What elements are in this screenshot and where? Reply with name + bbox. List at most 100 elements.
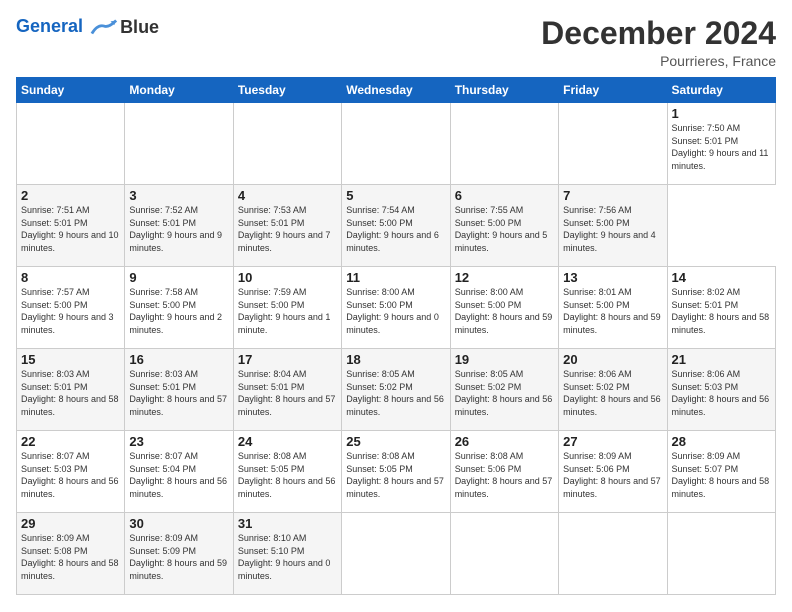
- col-saturday: Saturday: [667, 78, 775, 103]
- day-info: Sunrise: 8:07 AMSunset: 5:03 PMDaylight:…: [21, 450, 120, 500]
- day-number: 7: [563, 188, 662, 203]
- day-cell: 17 Sunrise: 8:04 AMSunset: 5:01 PMDaylig…: [233, 349, 341, 431]
- day-info: Sunrise: 7:52 AMSunset: 5:01 PMDaylight:…: [129, 204, 228, 254]
- day-cell: [342, 513, 450, 595]
- day-number: 5: [346, 188, 445, 203]
- day-info: Sunrise: 8:09 AMSunset: 5:06 PMDaylight:…: [563, 450, 662, 500]
- day-cell: [450, 103, 558, 185]
- day-cell: [342, 103, 450, 185]
- day-cell: [667, 513, 775, 595]
- day-number: 25: [346, 434, 445, 449]
- day-number: 24: [238, 434, 337, 449]
- day-cell: 6 Sunrise: 7:55 AMSunset: 5:00 PMDayligh…: [450, 185, 558, 267]
- page: General Blue December 2024 Pourrieres, F…: [0, 0, 792, 612]
- day-info: Sunrise: 8:03 AMSunset: 5:01 PMDaylight:…: [129, 368, 228, 418]
- day-cell: 22 Sunrise: 8:07 AMSunset: 5:03 PMDaylig…: [17, 431, 125, 513]
- month-title: December 2024: [541, 16, 776, 51]
- day-number: 6: [455, 188, 554, 203]
- logo-text: General: [16, 16, 120, 38]
- day-cell: 29 Sunrise: 8:09 AMSunset: 5:08 PMDaylig…: [17, 513, 125, 595]
- col-tuesday: Tuesday: [233, 78, 341, 103]
- week-row-2: 8 Sunrise: 7:57 AMSunset: 5:00 PMDayligh…: [17, 267, 776, 349]
- calendar: Sunday Monday Tuesday Wednesday Thursday…: [16, 77, 776, 595]
- day-cell: [559, 513, 667, 595]
- day-cell: [17, 103, 125, 185]
- week-row-3: 15 Sunrise: 8:03 AMSunset: 5:01 PMDaylig…: [17, 349, 776, 431]
- day-cell: 14 Sunrise: 8:02 AMSunset: 5:01 PMDaylig…: [667, 267, 775, 349]
- day-info: Sunrise: 8:00 AMSunset: 5:00 PMDaylight:…: [346, 286, 445, 336]
- day-cell: 12 Sunrise: 8:00 AMSunset: 5:00 PMDaylig…: [450, 267, 558, 349]
- day-cell: 18 Sunrise: 8:05 AMSunset: 5:02 PMDaylig…: [342, 349, 450, 431]
- logo-bird-icon: [90, 16, 118, 38]
- day-info: Sunrise: 8:05 AMSunset: 5:02 PMDaylight:…: [455, 368, 554, 418]
- day-number: 29: [21, 516, 120, 531]
- day-number: 12: [455, 270, 554, 285]
- day-number: 26: [455, 434, 554, 449]
- week-row-0: 1 Sunrise: 7:50 AMSunset: 5:01 PMDayligh…: [17, 103, 776, 185]
- day-info: Sunrise: 8:05 AMSunset: 5:02 PMDaylight:…: [346, 368, 445, 418]
- day-info: Sunrise: 8:09 AMSunset: 5:08 PMDaylight:…: [21, 532, 120, 582]
- day-cell: 7 Sunrise: 7:56 AMSunset: 5:00 PMDayligh…: [559, 185, 667, 267]
- logo-general: General: [16, 16, 83, 36]
- day-info: Sunrise: 7:58 AMSunset: 5:00 PMDaylight:…: [129, 286, 228, 336]
- day-cell: 24 Sunrise: 8:08 AMSunset: 5:05 PMDaylig…: [233, 431, 341, 513]
- day-number: 20: [563, 352, 662, 367]
- day-info: Sunrise: 7:51 AMSunset: 5:01 PMDaylight:…: [21, 204, 120, 254]
- day-cell: 9 Sunrise: 7:58 AMSunset: 5:00 PMDayligh…: [125, 267, 233, 349]
- week-row-5: 29 Sunrise: 8:09 AMSunset: 5:08 PMDaylig…: [17, 513, 776, 595]
- day-cell: 16 Sunrise: 8:03 AMSunset: 5:01 PMDaylig…: [125, 349, 233, 431]
- day-number: 30: [129, 516, 228, 531]
- title-section: December 2024 Pourrieres, France: [541, 16, 776, 69]
- day-number: 17: [238, 352, 337, 367]
- day-cell: 31 Sunrise: 8:10 AMSunset: 5:10 PMDaylig…: [233, 513, 341, 595]
- week-row-4: 22 Sunrise: 8:07 AMSunset: 5:03 PMDaylig…: [17, 431, 776, 513]
- day-info: Sunrise: 8:08 AMSunset: 5:05 PMDaylight:…: [238, 450, 337, 500]
- day-cell: 27 Sunrise: 8:09 AMSunset: 5:06 PMDaylig…: [559, 431, 667, 513]
- day-number: 16: [129, 352, 228, 367]
- day-number: 10: [238, 270, 337, 285]
- day-info: Sunrise: 8:06 AMSunset: 5:02 PMDaylight:…: [563, 368, 662, 418]
- day-cell: 2 Sunrise: 7:51 AMSunset: 5:01 PMDayligh…: [17, 185, 125, 267]
- col-friday: Friday: [559, 78, 667, 103]
- day-number: 2: [21, 188, 120, 203]
- day-info: Sunrise: 7:50 AMSunset: 5:01 PMDaylight:…: [672, 122, 771, 172]
- col-sunday: Sunday: [17, 78, 125, 103]
- day-cell: 25 Sunrise: 8:08 AMSunset: 5:05 PMDaylig…: [342, 431, 450, 513]
- day-cell: 21 Sunrise: 8:06 AMSunset: 5:03 PMDaylig…: [667, 349, 775, 431]
- day-cell: 1 Sunrise: 7:50 AMSunset: 5:01 PMDayligh…: [667, 103, 775, 185]
- day-info: Sunrise: 8:08 AMSunset: 5:06 PMDaylight:…: [455, 450, 554, 500]
- day-number: 31: [238, 516, 337, 531]
- day-number: 1: [672, 106, 771, 121]
- day-cell: 26 Sunrise: 8:08 AMSunset: 5:06 PMDaylig…: [450, 431, 558, 513]
- day-cell: 3 Sunrise: 7:52 AMSunset: 5:01 PMDayligh…: [125, 185, 233, 267]
- day-info: Sunrise: 8:01 AMSunset: 5:00 PMDaylight:…: [563, 286, 662, 336]
- day-cell: 19 Sunrise: 8:05 AMSunset: 5:02 PMDaylig…: [450, 349, 558, 431]
- day-info: Sunrise: 7:54 AMSunset: 5:00 PMDaylight:…: [346, 204, 445, 254]
- logo-blue: Blue: [120, 17, 159, 38]
- day-cell: 15 Sunrise: 8:03 AMSunset: 5:01 PMDaylig…: [17, 349, 125, 431]
- day-info: Sunrise: 8:09 AMSunset: 5:07 PMDaylight:…: [672, 450, 771, 500]
- col-wednesday: Wednesday: [342, 78, 450, 103]
- day-number: 13: [563, 270, 662, 285]
- day-cell: 10 Sunrise: 7:59 AMSunset: 5:00 PMDaylig…: [233, 267, 341, 349]
- day-number: 15: [21, 352, 120, 367]
- day-info: Sunrise: 7:56 AMSunset: 5:00 PMDaylight:…: [563, 204, 662, 254]
- day-number: 19: [455, 352, 554, 367]
- day-cell: [450, 513, 558, 595]
- day-cell: 4 Sunrise: 7:53 AMSunset: 5:01 PMDayligh…: [233, 185, 341, 267]
- day-number: 14: [672, 270, 771, 285]
- day-info: Sunrise: 8:00 AMSunset: 5:00 PMDaylight:…: [455, 286, 554, 336]
- day-cell: 11 Sunrise: 8:00 AMSunset: 5:00 PMDaylig…: [342, 267, 450, 349]
- day-number: 22: [21, 434, 120, 449]
- week-row-1: 2 Sunrise: 7:51 AMSunset: 5:01 PMDayligh…: [17, 185, 776, 267]
- day-number: 11: [346, 270, 445, 285]
- day-number: 18: [346, 352, 445, 367]
- day-info: Sunrise: 8:02 AMSunset: 5:01 PMDaylight:…: [672, 286, 771, 336]
- day-info: Sunrise: 7:59 AMSunset: 5:00 PMDaylight:…: [238, 286, 337, 336]
- day-number: 27: [563, 434, 662, 449]
- day-cell: [559, 103, 667, 185]
- col-thursday: Thursday: [450, 78, 558, 103]
- day-info: Sunrise: 8:10 AMSunset: 5:10 PMDaylight:…: [238, 532, 337, 582]
- day-cell: 28 Sunrise: 8:09 AMSunset: 5:07 PMDaylig…: [667, 431, 775, 513]
- header: General Blue December 2024 Pourrieres, F…: [16, 16, 776, 69]
